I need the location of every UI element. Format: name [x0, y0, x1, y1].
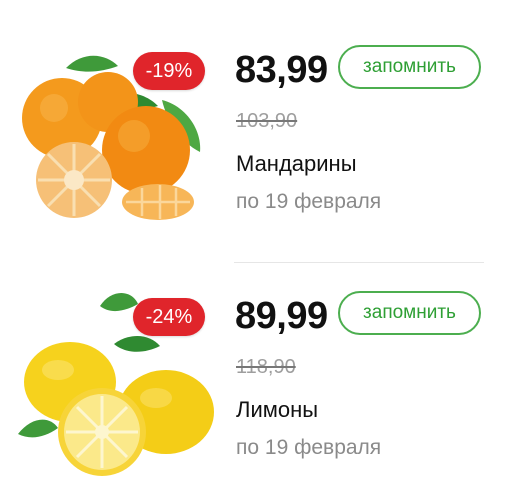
offer-card-tangerines[interactable]: -19% 83,99 запомнить 103,90 Мандарины по…	[0, 0, 507, 240]
valid-until-date: по 19 февраля	[236, 190, 382, 213]
offer-card-lemons[interactable]: -24% 89,99 запомнить 118,90 Лимоны по 19…	[0, 246, 507, 486]
old-price: 118,90	[236, 356, 296, 378]
discount-badge: -19%	[133, 52, 205, 90]
price: 83,99	[235, 49, 328, 91]
old-price: 103,90	[236, 110, 298, 132]
remember-button[interactable]: запомнить	[338, 291, 481, 335]
price: 89,99	[235, 295, 328, 337]
product-name[interactable]: Лимоны	[236, 397, 318, 423]
valid-until-date: по 19 февраля	[236, 436, 382, 459]
discount-badge: -24%	[133, 298, 205, 336]
product-name[interactable]: Мандарины	[236, 151, 357, 177]
remember-button[interactable]: запомнить	[338, 45, 481, 89]
